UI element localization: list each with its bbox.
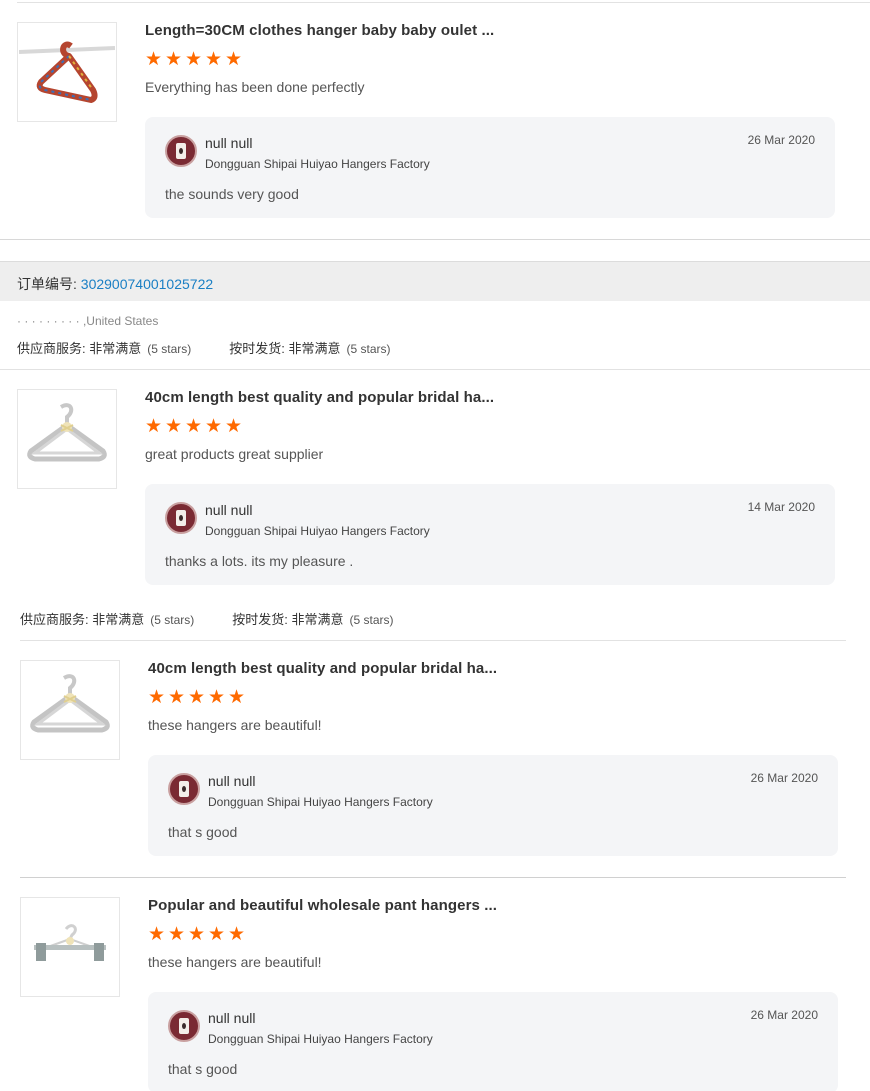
rating-stars: ★ ★ ★ ★ ★ (148, 688, 248, 708)
supplier-service-stars: (5 stars) (150, 613, 195, 627)
star-icon: ★ (165, 49, 183, 70)
star-icon: ★ (188, 687, 206, 708)
reply-date: 26 Mar 2020 (750, 771, 818, 785)
reply-message: that s good (168, 824, 238, 840)
rating-stars: ★ ★ ★ ★ ★ (145, 417, 245, 437)
on-time-stars: (5 stars) (349, 613, 394, 627)
star-icon: ★ (148, 687, 166, 708)
star-icon: ★ (188, 924, 206, 945)
star-icon: ★ (208, 924, 226, 945)
reply-author-name: null null (205, 135, 253, 151)
product-title[interactable]: Popular and beautiful wholesale pant han… (148, 897, 497, 914)
star-icon: ★ (168, 924, 186, 945)
reply-company: Dongguan Shipai Huiyao Hangers Factory (208, 795, 433, 809)
buyer-location: · · · · · · · · · ,United States (17, 314, 159, 328)
star-icon: ★ (225, 49, 243, 70)
star-icon: ★ (228, 924, 246, 945)
avatar (165, 502, 197, 534)
review-text: these hangers are beautiful! (148, 717, 322, 733)
rating-stars: ★ ★ ★ ★ ★ (148, 925, 248, 945)
review-text: Everything has been done perfectly (145, 79, 365, 95)
white-hangers-image (27, 403, 107, 462)
on-time-stars: (5 stars) (346, 342, 391, 356)
reply-author-name: null null (205, 502, 253, 518)
review-text: great products great supplier (145, 446, 324, 462)
reply-author-name: null null (208, 1010, 256, 1026)
on-time-label: 按时发货: 非常满意 (229, 341, 341, 356)
star-icon: ★ (185, 416, 203, 437)
rainbow-hanger-image (19, 41, 115, 103)
order-ratings: 供应商服务: 非常满意 (5 stars) 按时发货: 非常满意 (5 stars) (17, 338, 391, 357)
divider (20, 640, 846, 641)
star-icon: ★ (168, 687, 186, 708)
product-thumbnail[interactable] (20, 897, 120, 997)
avatar (168, 1010, 200, 1042)
reply-date: 26 Mar 2020 (750, 1008, 818, 1022)
white-hangers-image (30, 674, 110, 733)
star-icon: ★ (185, 49, 203, 70)
divider (20, 877, 846, 878)
avatar (165, 135, 197, 167)
star-icon: ★ (225, 416, 243, 437)
top-divider (17, 2, 870, 3)
order-number-link[interactable]: 30290074001025722 (81, 276, 213, 292)
avatar (168, 773, 200, 805)
reply-company: Dongguan Shipai Huiyao Hangers Factory (205, 524, 430, 538)
reply-author-name: null null (208, 773, 256, 789)
star-icon: ★ (165, 416, 183, 437)
order-header: 订单编号: 30290074001025722 (0, 261, 870, 301)
reply-date: 14 Mar 2020 (747, 500, 815, 514)
reply-date: 26 Mar 2020 (747, 133, 815, 147)
reply-message: thanks a lots. its my pleasure . (165, 553, 354, 569)
star-icon: ★ (228, 687, 246, 708)
star-icon: ★ (145, 416, 163, 437)
pant-hanger-image (34, 924, 106, 961)
on-time-label: 按时发货: 非常满意 (232, 612, 344, 627)
star-icon: ★ (205, 416, 223, 437)
review-item: Popular and beautiful wholesale pant han… (20, 897, 850, 1091)
divider (0, 239, 870, 240)
rating-stars: ★ ★ ★ ★ ★ (145, 50, 245, 70)
review-text: these hangers are beautiful! (148, 954, 322, 970)
review-item: 40cm length best quality and popular bri… (20, 660, 850, 860)
supplier-reply: null null Dongguan Shipai Huiyao Hangers… (145, 484, 835, 585)
order-number-label: 订单编号: (17, 276, 81, 292)
supplier-reply: null null Dongguan Shipai Huiyao Hangers… (145, 117, 835, 218)
review-item: Length=30CM clothes hanger baby baby oul… (17, 22, 847, 222)
reply-company: Dongguan Shipai Huiyao Hangers Factory (205, 157, 430, 171)
star-icon: ★ (208, 687, 226, 708)
star-icon: ★ (205, 49, 223, 70)
reply-message: the sounds very good (165, 186, 299, 202)
star-icon: ★ (148, 924, 166, 945)
product-thumbnail[interactable] (17, 389, 117, 489)
reply-message: that s good (168, 1061, 238, 1077)
supplier-service-label: 供应商服务: 非常满意 (17, 341, 142, 356)
product-title[interactable]: Length=30CM clothes hanger baby baby oul… (145, 22, 494, 39)
product-title[interactable]: 40cm length best quality and popular bri… (145, 389, 494, 406)
order-number-row: 订单编号: 30290074001025722 (17, 274, 213, 294)
product-thumbnail[interactable] (17, 22, 117, 122)
supplier-service-stars: (5 stars) (147, 342, 192, 356)
divider (0, 369, 870, 370)
order-ratings: 供应商服务: 非常满意 (5 stars) 按时发货: 非常满意 (5 stars) (20, 609, 394, 628)
supplier-reply: null null Dongguan Shipai Huiyao Hangers… (148, 992, 838, 1091)
product-title[interactable]: 40cm length best quality and popular bri… (148, 660, 497, 677)
review-item: 40cm length best quality and popular bri… (17, 389, 847, 589)
reply-company: Dongguan Shipai Huiyao Hangers Factory (208, 1032, 433, 1046)
supplier-reply: null null Dongguan Shipai Huiyao Hangers… (148, 755, 838, 856)
product-thumbnail[interactable] (20, 660, 120, 760)
star-icon: ★ (145, 49, 163, 70)
supplier-service-label: 供应商服务: 非常满意 (20, 612, 145, 627)
